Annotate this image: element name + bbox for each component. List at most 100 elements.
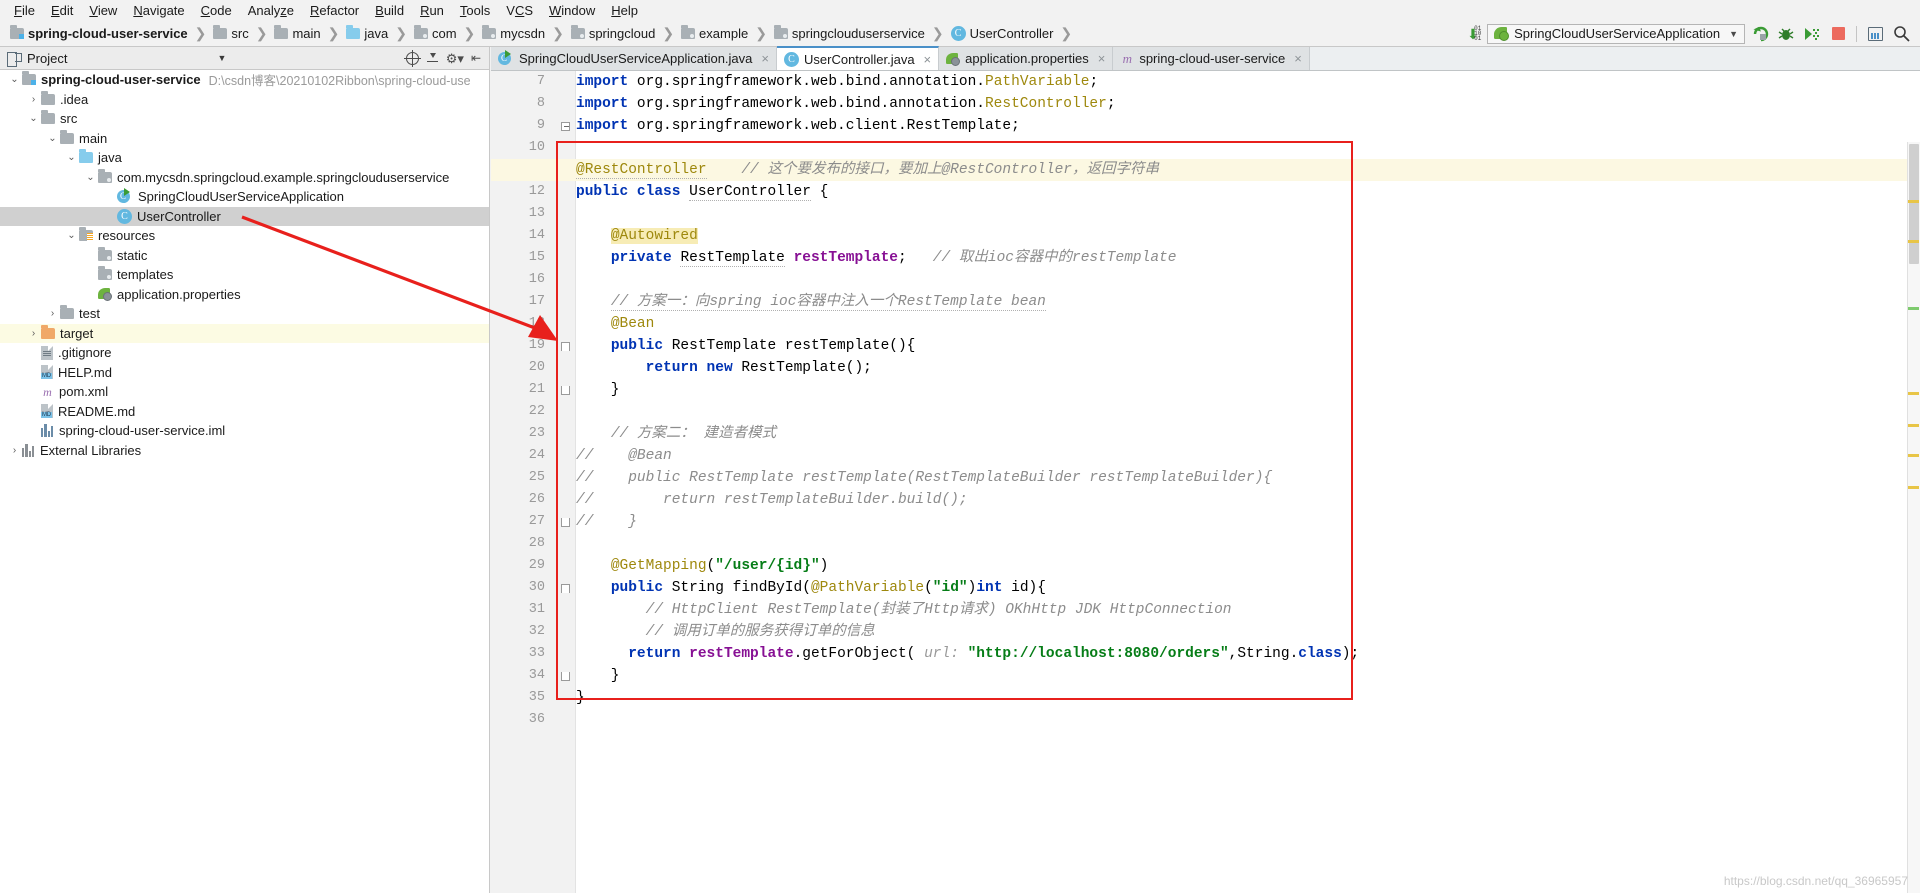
close-icon[interactable]: × [1098,51,1106,66]
marker-warning[interactable] [1908,392,1919,395]
chevron-down-icon[interactable]: ⌄ [64,152,79,163]
breadcrumb-item-springclouduserservice[interactable]: springclouduserservice [772,25,927,41]
run-with-coverage-button[interactable] [1801,24,1823,44]
tree-item-test[interactable]: › test [0,304,489,324]
close-icon[interactable]: × [1294,51,1302,66]
menu-navigate[interactable]: Navigate [125,0,192,21]
tree-item-application-properties[interactable]: › application.properties [0,285,489,305]
tree-item-usercontroller[interactable]: ›C UserController [0,206,489,226]
chevron-down-icon[interactable]: ⌄ [26,113,41,124]
fold-handle[interactable] [555,335,576,357]
editor-tab-usercontroller-java[interactable]: C UserController.java × [777,46,940,70]
chevron-right-icon[interactable]: › [26,406,41,417]
marker-warning[interactable] [1908,454,1919,457]
breadcrumb-item-module[interactable]: spring-cloud-user-service [8,25,190,41]
tree-item-spring-cloud-user-service-iml[interactable]: › spring-cloud-user-service.iml [0,421,489,441]
chevron-down-icon[interactable]: ▼ [217,53,226,63]
code-editor[interactable]: 7891011121314151617181920212223242526272… [491,71,1920,893]
fold-handle[interactable] [555,665,576,687]
collapse-all-icon[interactable] [426,52,439,65]
tree-item-resources[interactable]: ⌄ resources [0,226,489,246]
chevron-right-icon[interactable]: › [26,386,41,397]
chevron-right-icon[interactable]: › [26,347,41,358]
tree-item-static[interactable]: › static [0,246,489,266]
menu-run[interactable]: Run [412,0,452,21]
breadcrumb-item-example[interactable]: example [679,25,750,41]
chevron-right-icon[interactable]: › [83,250,98,261]
editor-marker-strip[interactable] [1907,142,1920,893]
breadcrumb-item-mycsdn[interactable]: mycsdn [480,25,547,41]
chevron-right-icon[interactable]: › [45,308,60,319]
download-sources-icon[interactable]: ⬇ 01 10 01 [1465,25,1483,43]
chevron-down-icon[interactable]: ⌄ [45,133,60,144]
tree-item-com-mycsdn-springcloud-example-springclouduserservice[interactable]: ⌄ com.mycsdn.springcloud.example.springcl… [0,168,489,188]
editor-gutter[interactable]: 7891011121314151617181920212223242526272… [491,71,576,893]
stop-button[interactable] [1827,24,1849,44]
tree-item--idea[interactable]: › .idea [0,90,489,110]
marker-warning[interactable] [1908,200,1919,203]
menu-analyze[interactable]: Analyze [240,0,302,21]
breadcrumb-item-java[interactable]: java [344,25,390,41]
menu-code[interactable]: Code [193,0,240,21]
breadcrumb-item-springcloud[interactable]: springcloud [569,25,658,41]
editor-scrollbar-thumb[interactable] [1909,144,1919,264]
close-icon[interactable]: × [924,52,932,67]
tree-item-readme-md[interactable]: ›MD README.md [0,402,489,422]
chevron-right-icon[interactable]: › [83,269,98,280]
breadcrumb-item-usercontroller[interactable]: C UserController [949,26,1056,41]
search-everywhere-button[interactable] [1890,24,1912,44]
fold-handle[interactable] [555,115,576,137]
editor-tab-application-properties[interactable]: application.properties × [939,47,1114,70]
menu-tools[interactable]: Tools [452,0,498,21]
layout-button[interactable] [1864,24,1886,44]
tree-item-pom-xml[interactable]: ›m pom.xml [0,382,489,402]
fold-handle[interactable] [555,511,576,533]
project-panel-title[interactable]: Project [27,51,67,66]
tree-item-springclouduserserviceapplication[interactable]: ›C SpringCloudUserServiceApplication [0,187,489,207]
chevron-down-icon[interactable]: ⌄ [7,74,22,85]
breadcrumb-item-src[interactable]: src [211,25,250,41]
tree-item-templates[interactable]: › templates [0,265,489,285]
marker-info[interactable] [1908,307,1919,310]
breadcrumb-item-main[interactable]: main [272,25,322,41]
chevron-down-icon[interactable]: ⌄ [64,230,79,241]
menu-refactor[interactable]: Refactor [302,0,367,21]
locate-icon[interactable] [403,49,421,67]
menu-file[interactable]: File [6,0,43,21]
fold-handle[interactable] [555,379,576,401]
menu-help[interactable]: Help [603,0,646,21]
marker-warning[interactable] [1908,240,1919,243]
editor-tab-springclouduserserviceapplication-java[interactable]: C SpringCloudUserServiceApplication.java × [491,47,777,70]
breadcrumb-item-com[interactable]: com [412,25,459,41]
tree-item-spring-cloud-user-service[interactable]: ⌄ spring-cloud-user-service D:\csdn博客\2021… [0,70,489,90]
menu-view[interactable]: View [81,0,125,21]
chevron-right-icon[interactable]: › [102,211,117,222]
editor-code-area[interactable]: import org.springframework.web.bind.anno… [491,71,1920,893]
rerun-button[interactable] [1749,24,1771,44]
chevron-down-icon[interactable]: ⌄ [83,172,98,183]
chevron-right-icon[interactable]: › [26,328,41,339]
tree-item-help-md[interactable]: ›MD HELP.md [0,363,489,383]
editor-tab-spring-cloud-user-service[interactable]: m spring-cloud-user-service × [1113,47,1310,70]
project-tree[interactable]: ⌄ spring-cloud-user-service D:\csdn博客\2021… [0,70,490,893]
chevron-right-icon[interactable]: › [26,425,41,436]
marker-warning[interactable] [1908,424,1919,427]
fold-handle[interactable] [555,577,576,599]
chevron-right-icon[interactable]: › [102,191,117,202]
chevron-right-icon[interactable]: › [83,289,98,300]
chevron-right-icon[interactable]: › [26,367,41,378]
tree-item--gitignore[interactable]: › .gitignore [0,343,489,363]
menu-edit[interactable]: Edit [43,0,81,21]
tree-item-main[interactable]: ⌄ main [0,129,489,149]
hide-icon[interactable]: ⇤ [471,52,481,64]
menu-vcs[interactable]: VCS [498,0,541,21]
menu-build[interactable]: Build [367,0,412,21]
debug-button[interactable] [1775,24,1797,44]
run-configuration-selector[interactable]: SpringCloudUserServiceApplication ▼ [1487,23,1745,44]
chevron-right-icon[interactable]: › [7,445,22,456]
gear-icon[interactable]: ⚙▾ [446,52,464,65]
tree-item-target[interactable]: › target [0,323,489,343]
tree-item-java[interactable]: ⌄ java [0,148,489,168]
chevron-right-icon[interactable]: › [26,94,41,105]
marker-warning[interactable] [1908,486,1919,489]
